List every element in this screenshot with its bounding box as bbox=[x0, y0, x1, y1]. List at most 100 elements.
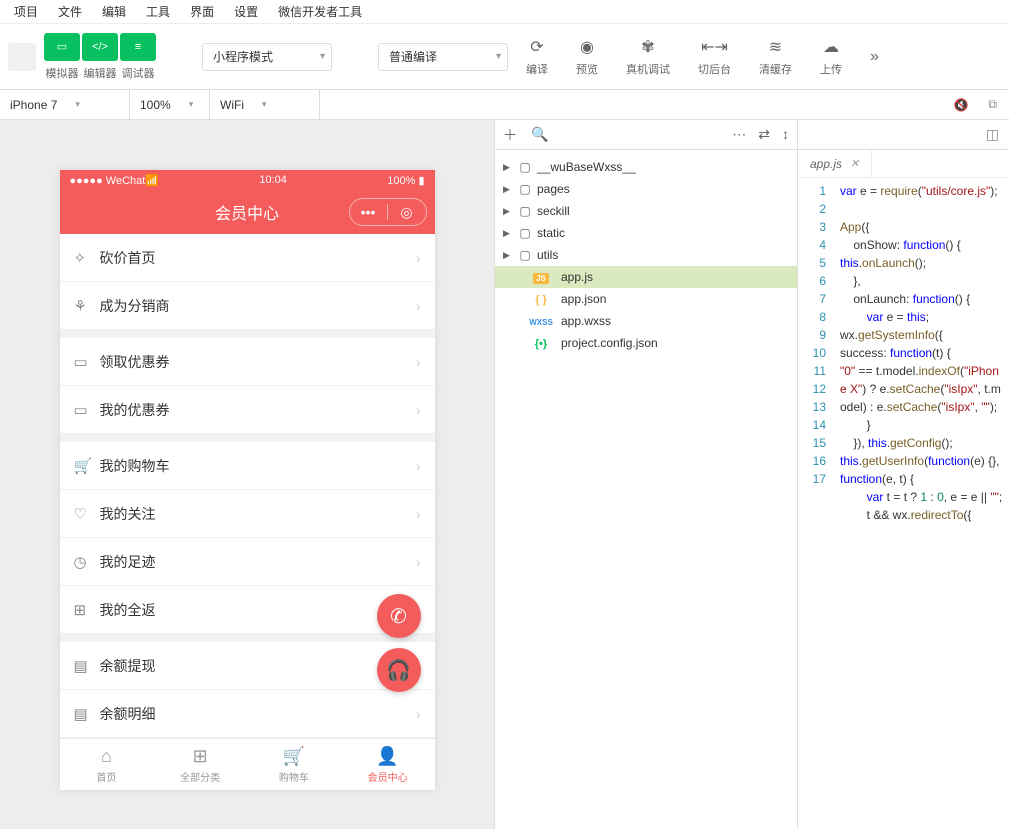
folder-utils[interactable]: ▶ ▢ utils bbox=[495, 244, 797, 266]
tab-全部分类[interactable]: ⊞ 全部分类 bbox=[153, 739, 247, 790]
nav-bar: 会员中心 ••• ◎ bbox=[60, 190, 435, 234]
fab-support[interactable]: 🎧 bbox=[377, 648, 421, 692]
battery-label: 100% ▮ bbox=[387, 174, 424, 187]
add-file-icon[interactable]: ＋ bbox=[503, 125, 517, 145]
item-label: 我的关注 bbox=[100, 504, 156, 524]
chevron-right-icon: › bbox=[416, 554, 421, 570]
target-icon[interactable]: ◎ bbox=[388, 204, 426, 221]
settings-icon[interactable]: ⇄ bbox=[758, 126, 770, 143]
file-app.json[interactable]: { }app.json bbox=[495, 288, 797, 310]
compile-button[interactable]: ⟳编译 bbox=[516, 37, 558, 77]
expand-icon[interactable]: ▶ bbox=[503, 184, 513, 195]
rotate-icon[interactable]: ⧉ bbox=[976, 97, 1009, 112]
tab-label: 全部分类 bbox=[180, 769, 220, 784]
menu-项目[interactable]: 项目 bbox=[4, 3, 48, 20]
list-item[interactable]: ◷我的足迹› bbox=[60, 538, 435, 586]
fab-phone[interactable]: ✆ bbox=[377, 594, 421, 638]
item-label: 余额提现 bbox=[100, 656, 156, 676]
network-select[interactable]: WiFi bbox=[210, 90, 320, 120]
folder-seckill[interactable]: ▶▢seckill bbox=[495, 200, 797, 222]
tab-icon: ⌂ bbox=[101, 746, 112, 767]
list-item[interactable]: ♡我的关注› bbox=[60, 490, 435, 538]
menu-工具[interactable]: 工具 bbox=[136, 3, 180, 20]
item-icon: ▤ bbox=[74, 705, 100, 723]
file-app.js[interactable]: JSapp.js bbox=[495, 266, 797, 288]
menu-界面[interactable]: 界面 bbox=[180, 3, 224, 20]
simulator-label: 模拟器 bbox=[46, 65, 79, 81]
list-item[interactable]: ⚘成为分销商› bbox=[60, 282, 435, 330]
folder-icon: ▢ bbox=[517, 160, 533, 174]
zoom-select[interactable]: 100% bbox=[130, 90, 210, 120]
folder-label: pages bbox=[537, 182, 570, 196]
simulator-button[interactable]: ▭ bbox=[44, 33, 80, 61]
mute-icon[interactable]: 🔇 bbox=[945, 98, 976, 112]
search-icon[interactable]: 🔍 bbox=[531, 126, 548, 143]
folder-__wuBaseWxss__[interactable]: ▶ ▢ __wuBaseWxss__ bbox=[495, 156, 797, 178]
menu-文件[interactable]: 文件 bbox=[48, 3, 92, 20]
mode-select[interactable]: 小程序模式 bbox=[202, 43, 332, 71]
simulator-panel: ●●●●● WeChat📶 10:04 100% ▮ 会员中心 ••• ◎ ✧砍… bbox=[0, 120, 494, 829]
compile-mode-select[interactable]: 普通编译 bbox=[378, 43, 508, 71]
menu-编辑[interactable]: 编辑 bbox=[92, 3, 136, 20]
page-content: ✧砍价首页›⚘成为分销商› ▭领取优惠券›▭我的优惠券› 🛒我的购物车›♡我的关注›… bbox=[60, 234, 435, 738]
folder-static[interactable]: ▶▢static bbox=[495, 222, 797, 244]
item-icon: ▭ bbox=[74, 401, 100, 419]
more-icon[interactable]: ⋯ bbox=[732, 126, 746, 143]
tab-icon: 👤 bbox=[376, 746, 398, 767]
list-item[interactable]: ▤余额明细› bbox=[60, 690, 435, 738]
file-icon: JS bbox=[525, 270, 557, 284]
editor-tab[interactable]: app.js ✕ bbox=[798, 150, 872, 178]
menu-微信开发者工具[interactable]: 微信开发者工具 bbox=[268, 3, 372, 20]
more-button[interactable]: » bbox=[860, 47, 889, 67]
chevron-right-icon: › bbox=[416, 402, 421, 418]
debugger-button[interactable]: ≡ bbox=[120, 33, 156, 61]
folder-icon: ▢ bbox=[517, 248, 533, 262]
item-label: 砍价首页 bbox=[100, 248, 156, 268]
capsule[interactable]: ••• ◎ bbox=[349, 198, 427, 226]
folder-label: utils bbox=[537, 248, 558, 262]
file-icon: WXSS bbox=[525, 314, 557, 328]
tabbar: ⌂首页 ⊞ 全部分类 🛒购物车👤会员中心 bbox=[60, 738, 435, 790]
file-label: app.wxss bbox=[561, 314, 611, 328]
folder-label: __wuBaseWxss__ bbox=[537, 160, 636, 174]
tab-icon: ⊞ bbox=[193, 746, 208, 767]
file-project.config.json[interactable]: {•}project.config.json bbox=[495, 332, 797, 354]
line-gutter: 1234567891011121314151617 bbox=[798, 178, 834, 829]
file-label: project.config.json bbox=[561, 336, 658, 350]
editor-label: 编辑器 bbox=[84, 65, 117, 81]
carrier-label: ●●●●● WeChat📶 bbox=[70, 174, 160, 187]
list-item[interactable]: ▭我的优惠券› bbox=[60, 386, 435, 434]
tab-label: app.js bbox=[810, 157, 842, 171]
expand-icon[interactable]: ▶ bbox=[503, 250, 513, 261]
remote-debug-button[interactable]: ✾真机调试 bbox=[616, 37, 680, 77]
file-app.wxss[interactable]: WXSS app.wxss bbox=[495, 310, 797, 332]
list-item[interactable]: ▭领取优惠券› bbox=[60, 338, 435, 386]
folder-pages[interactable]: ▶ ▢ pages bbox=[495, 178, 797, 200]
list-item[interactable]: 🛒我的购物车› bbox=[60, 442, 435, 490]
menu-icon[interactable]: ••• bbox=[350, 204, 388, 220]
close-icon[interactable]: ✕ bbox=[850, 157, 859, 170]
sort-icon[interactable]: ↕ bbox=[782, 126, 789, 143]
folder-icon: ▢ bbox=[517, 182, 533, 196]
item-label: 我的全返 bbox=[100, 600, 156, 620]
item-icon: ◷ bbox=[74, 553, 100, 571]
background-button[interactable]: ⇤⇥切后台 bbox=[688, 37, 741, 77]
list-item[interactable]: ✧砍价首页› bbox=[60, 234, 435, 282]
clear-cache-button[interactable]: ≋清缓存 bbox=[749, 37, 802, 77]
preview-button[interactable]: ◉预览 bbox=[566, 37, 608, 77]
expand-icon[interactable]: ▶ bbox=[503, 206, 513, 217]
code-lines[interactable]: var e = require("utils/core.js"); App({ … bbox=[834, 178, 1009, 829]
tab-会员中心[interactable]: 👤会员中心 bbox=[341, 739, 435, 790]
chevron-right-icon: › bbox=[416, 354, 421, 370]
menu-设置[interactable]: 设置 bbox=[224, 3, 268, 20]
editor-button[interactable]: </> bbox=[82, 33, 118, 61]
upload-button[interactable]: ☁上传 bbox=[810, 37, 852, 77]
user-avatar[interactable] bbox=[8, 43, 36, 71]
split-icon[interactable]: ◫ bbox=[986, 126, 999, 143]
device-select[interactable]: iPhone 7 bbox=[0, 90, 130, 120]
tab-购物车[interactable]: 🛒购物车 bbox=[247, 739, 341, 790]
expand-icon[interactable]: ▶ bbox=[503, 228, 513, 239]
chevron-right-icon: › bbox=[416, 458, 421, 474]
tab-首页[interactable]: ⌂首页 bbox=[60, 739, 154, 790]
expand-icon[interactable]: ▶ bbox=[503, 162, 513, 173]
